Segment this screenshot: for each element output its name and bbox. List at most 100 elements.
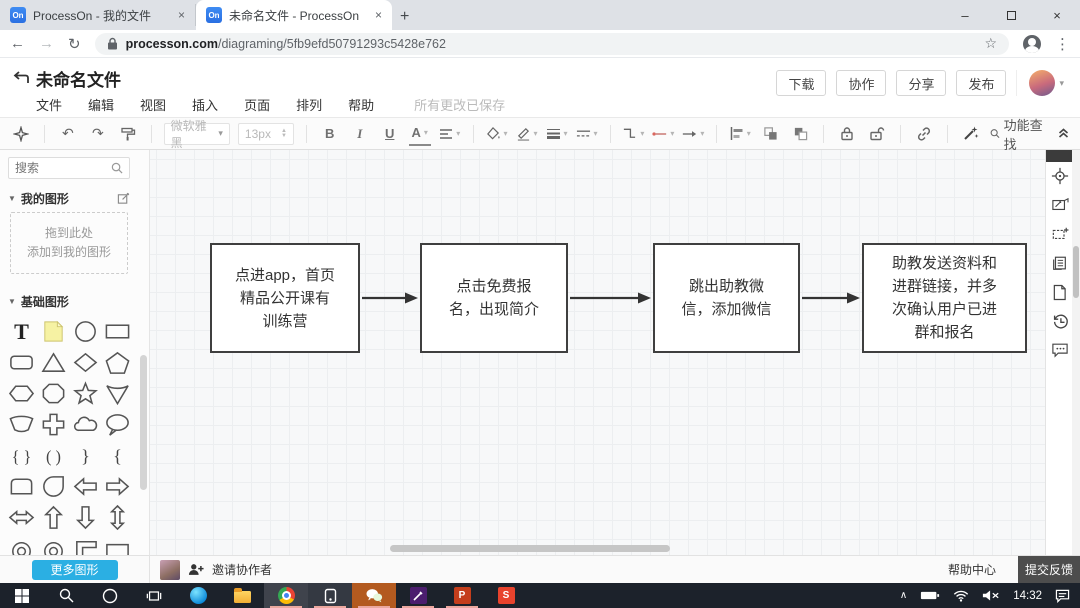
italic-button[interactable]: I <box>349 122 371 146</box>
browser-tab-1[interactable]: On ProcessOn - 我的文件 × <box>0 4 196 26</box>
shape-arrow-left[interactable] <box>69 471 101 502</box>
diagram-canvas[interactable]: 点进app，首页精品公开课有训练营点击免费报名，出现简介跳出助教微信，添加微信助… <box>150 150 1045 555</box>
line-style-button[interactable] <box>576 122 598 146</box>
line-width-button[interactable] <box>546 122 568 146</box>
menu-help[interactable]: 帮助 <box>348 95 374 114</box>
action-center-icon[interactable] <box>1055 589 1070 603</box>
download-button[interactable]: 下载 <box>776 70 826 96</box>
shape-lbrace[interactable]: { <box>101 440 133 471</box>
battery-icon[interactable] <box>920 590 940 601</box>
shape-corner[interactable] <box>69 533 101 555</box>
lock-button[interactable] <box>836 122 858 146</box>
flow-node[interactable]: 跳出助教微信，添加微信 <box>653 243 800 353</box>
shape-octagon[interactable] <box>37 378 69 409</box>
search-taskbar-button[interactable] <box>44 583 88 608</box>
canvas-size-icon[interactable] <box>1050 224 1070 244</box>
browser-tab-2-active[interactable]: On 未命名文件 - ProcessOn × <box>196 0 392 30</box>
shape-arrow-right[interactable] <box>101 471 133 502</box>
font-family-select[interactable]: 微软雅黑 ▾ <box>164 123 230 145</box>
minimize-button[interactable]: – <box>942 0 988 30</box>
arrow-end-style-button[interactable] <box>682 122 704 146</box>
font-size-select[interactable]: 13px ▲ ▼ <box>238 123 294 145</box>
help-center-button[interactable]: 帮助中心 <box>948 561 996 578</box>
tray-expand-icon[interactable]: ∧ <box>900 590 907 601</box>
send-to-back-button[interactable] <box>789 122 811 146</box>
new-page-icon[interactable] <box>1050 282 1070 302</box>
collapse-toolbar-icon[interactable] <box>1057 126 1070 142</box>
flow-node[interactable]: 助教发送资料和进群链接，并多次确认用户已进群和报名 <box>862 243 1027 353</box>
line-color-button[interactable] <box>516 122 538 146</box>
underline-button[interactable]: U <box>379 122 401 146</box>
scrollbar-thumb[interactable] <box>1073 246 1079 298</box>
back-to-files-icon[interactable] <box>12 70 30 91</box>
collaborate-button[interactable]: 协作 <box>836 70 886 96</box>
cortana-taskbar-button[interactable] <box>88 583 132 608</box>
shape-triangle[interactable] <box>37 347 69 378</box>
tab-close-icon[interactable]: × <box>178 8 185 22</box>
shape-text[interactable]: T <box>5 316 37 347</box>
file-explorer-taskbar-button[interactable] <box>220 583 264 608</box>
shape-callout[interactable] <box>101 409 133 440</box>
bring-to-front-button[interactable] <box>759 122 781 146</box>
sidebar-scrollbar[interactable] <box>140 150 147 555</box>
chrome-taskbar-button[interactable] <box>264 583 308 608</box>
flow-node[interactable]: 点击免费报名，出现简介 <box>420 243 568 353</box>
shape-note[interactable] <box>37 316 69 347</box>
start-taskbar-button[interactable] <box>0 583 44 608</box>
wifi-icon[interactable] <box>953 590 969 602</box>
hyperlink-button[interactable] <box>913 122 935 146</box>
redo-icon[interactable]: ↷ <box>87 122 109 146</box>
task-view-taskbar-button[interactable] <box>132 583 176 608</box>
account-menu[interactable]: ▾ <box>1016 70 1064 96</box>
shape-search-box[interactable] <box>8 157 130 179</box>
browser-menu-icon[interactable]: ⋮ <box>1055 35 1070 53</box>
shape-teardrop[interactable] <box>37 471 69 502</box>
address-bar[interactable]: processon.com/diagraming/5fb9efd50791293… <box>95 33 1009 55</box>
shape-rounded-rect[interactable] <box>5 347 37 378</box>
forward-icon[interactable]: → <box>39 35 54 52</box>
document-title[interactable]: 未命名文件 <box>36 66 121 91</box>
menu-edit[interactable]: 编辑 <box>88 95 114 114</box>
section-basic-shapes[interactable]: ▼ 基础图形 <box>8 293 130 310</box>
shape-rbrace[interactable]: } <box>69 440 101 471</box>
menu-file[interactable]: 文件 <box>36 95 62 114</box>
reload-icon[interactable]: ↻ <box>68 35 81 53</box>
scrollbar-thumb[interactable] <box>390 545 670 552</box>
style-panel-icon[interactable] <box>1050 195 1070 215</box>
shape-cone[interactable] <box>101 378 133 409</box>
flow-node[interactable]: 点进app，首页精品公开课有训练营 <box>210 243 360 353</box>
beautify-wand-icon[interactable] <box>960 122 982 146</box>
page-scrollbar[interactable] <box>1072 150 1080 555</box>
line-start-style-button[interactable] <box>652 122 674 146</box>
menu-view[interactable]: 视图 <box>140 95 166 114</box>
font-size-stepper[interactable]: ▲ ▼ <box>281 129 287 139</box>
font-color-button[interactable]: A <box>409 122 431 146</box>
shape-rect2[interactable] <box>101 533 133 555</box>
canvas-hscrollbar[interactable] <box>150 545 1045 552</box>
shape-star[interactable] <box>69 378 101 409</box>
back-icon[interactable]: ← <box>10 35 25 52</box>
shape-dropzone[interactable]: 拖到此处 添加到我的图形 <box>10 212 128 274</box>
object-align-button[interactable] <box>729 122 751 146</box>
text-align-button[interactable] <box>439 122 461 146</box>
shape-pentagon[interactable] <box>101 347 133 378</box>
menu-insert[interactable]: 插入 <box>192 95 218 114</box>
shape-arrow-down[interactable] <box>69 502 101 533</box>
invite-collaborators-button[interactable]: 邀请协作者 <box>160 560 272 580</box>
shape-arrow-up[interactable] <box>37 502 69 533</box>
shape-ring[interactable] <box>5 533 37 555</box>
shape-parens[interactable]: ( ) <box>37 440 69 471</box>
close-button[interactable]: × <box>1034 0 1080 30</box>
shape-arrow-ud[interactable] <box>101 502 133 533</box>
shape-diamond[interactable] <box>69 347 101 378</box>
tab-close-icon[interactable]: × <box>375 8 382 22</box>
shape-rect[interactable] <box>101 316 133 347</box>
wechat-taskbar-button[interactable] <box>352 583 396 608</box>
edit-shapes-icon[interactable] <box>117 192 130 205</box>
edge-taskbar-button[interactable] <box>176 583 220 608</box>
draw-app-taskbar-button[interactable] <box>396 583 440 608</box>
shape-ring2[interactable] <box>37 533 69 555</box>
search-input[interactable] <box>15 161 111 175</box>
scrollbar-thumb[interactable] <box>140 355 147 490</box>
fill-color-button[interactable] <box>486 122 508 146</box>
